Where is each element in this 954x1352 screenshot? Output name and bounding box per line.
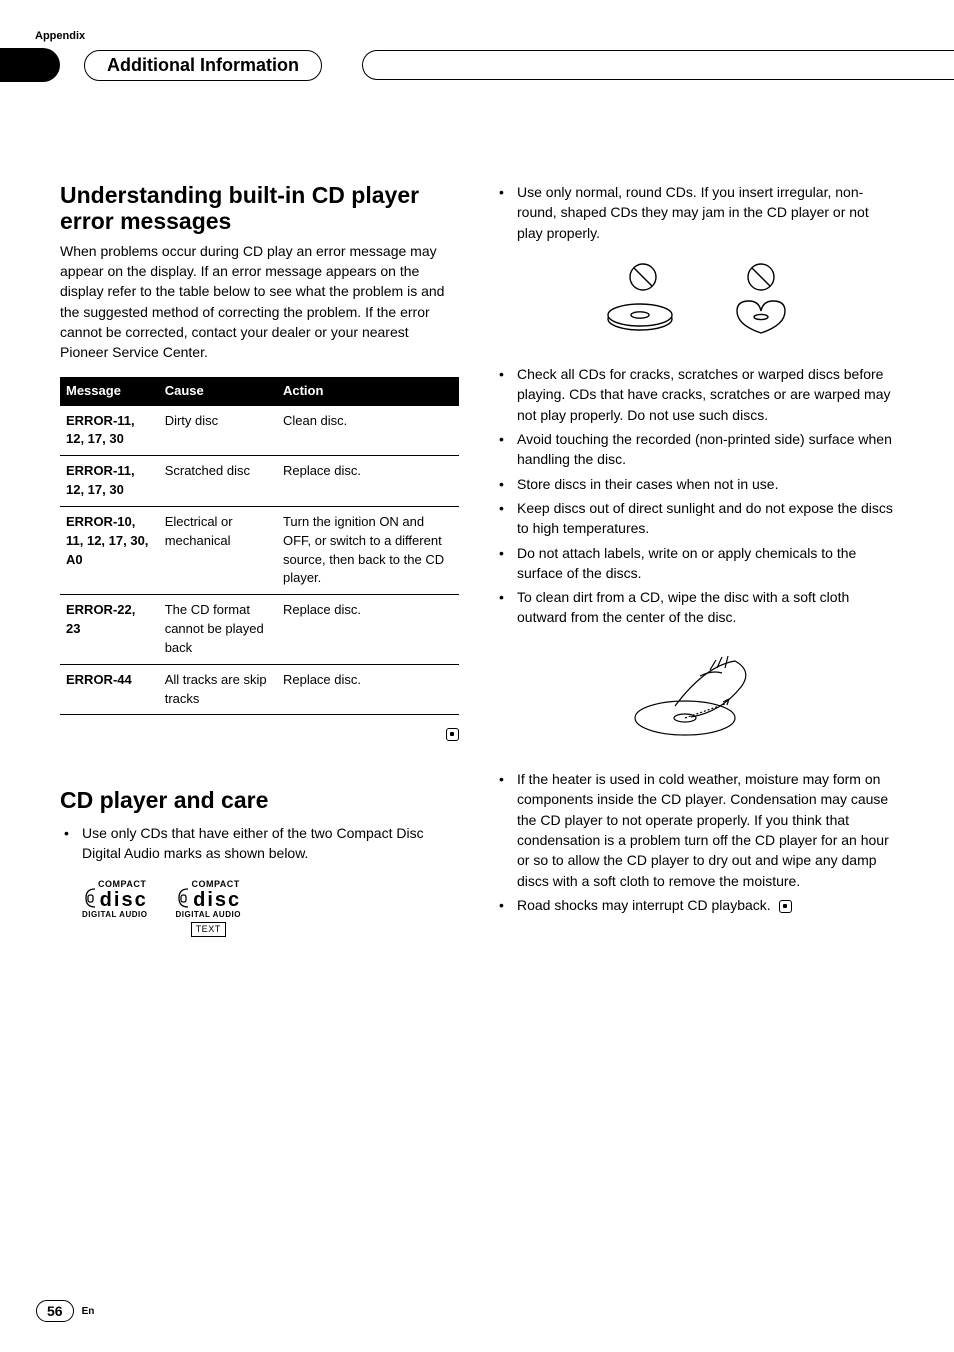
cell-message: ERROR-11, 12, 17, 30 bbox=[60, 456, 159, 507]
left-column: Understanding built-in CD player error m… bbox=[60, 122, 459, 937]
cell-action: Replace disc. bbox=[277, 456, 459, 507]
cell-message: ERROR-44 bbox=[60, 664, 159, 715]
section-end-icon bbox=[446, 728, 459, 741]
cd-digital-audio-text-logo: COMPACT disc DIGITAL AUDIO TEXT bbox=[175, 878, 240, 938]
disc-bracket-icon bbox=[175, 887, 189, 909]
error-messages-title: Understanding built-in CD player error m… bbox=[60, 182, 459, 235]
list-item: Store discs in their cases when not in u… bbox=[495, 474, 894, 494]
list-item: Use only CDs that have either of the two… bbox=[60, 823, 459, 864]
bullets-top: Use only normal, round CDs. If you inser… bbox=[495, 182, 894, 243]
digital-audio-label: DIGITAL AUDIO bbox=[175, 909, 240, 921]
list-item: Use only normal, round CDs. If you inser… bbox=[495, 182, 894, 243]
list-item: Do not attach labels, write on or apply … bbox=[495, 543, 894, 584]
list-item: Road shocks may interrupt CD playback. bbox=[495, 895, 894, 915]
section-end-icon bbox=[779, 900, 792, 913]
cell-cause: The CD format cannot be played back bbox=[159, 595, 277, 665]
list-item: To clean dirt from a CD, wipe the disc w… bbox=[495, 587, 894, 628]
list-item: Avoid touching the recorded (non-printed… bbox=[495, 429, 894, 470]
cell-cause: Scratched disc bbox=[159, 456, 277, 507]
cell-message: ERROR-10, 11, 12, 17, 30, A0 bbox=[60, 506, 159, 594]
bullets-bottom: If the heater is used in cold weather, m… bbox=[495, 769, 894, 915]
digital-audio-label: DIGITAL AUDIO bbox=[82, 909, 147, 921]
language-code: En bbox=[82, 1306, 95, 1317]
cell-cause: Dirty disc bbox=[159, 406, 277, 456]
list-item-text: Road shocks may interrupt CD playback. bbox=[517, 897, 771, 913]
care-bullets-left: Use only CDs that have either of the two… bbox=[60, 823, 459, 864]
black-tab-shape bbox=[0, 48, 60, 82]
section-title-pill: Additional Information bbox=[84, 50, 322, 81]
cell-action: Clean disc. bbox=[277, 406, 459, 456]
cell-message: ERROR-11, 12, 17, 30 bbox=[60, 406, 159, 456]
list-item: Check all CDs for cracks, scratches or w… bbox=[495, 364, 894, 425]
section-end-marker-row bbox=[60, 723, 459, 743]
table-row: ERROR-10, 11, 12, 17, 30, A0 Electrical … bbox=[60, 506, 459, 594]
page-footer: 56 En bbox=[36, 1300, 94, 1322]
disc-label: disc bbox=[98, 891, 146, 909]
error-messages-intro: When problems occur during CD play an er… bbox=[60, 241, 459, 363]
cell-action: Replace disc. bbox=[277, 664, 459, 715]
cd-care-title: CD player and care bbox=[60, 784, 459, 817]
th-cause: Cause bbox=[159, 377, 277, 406]
table-row: ERROR-44 All tracks are skip tracks Repl… bbox=[60, 664, 459, 715]
page-header: Additional Information bbox=[0, 48, 894, 82]
appendix-label: Appendix bbox=[35, 30, 894, 42]
wipe-disc-illustration bbox=[495, 646, 894, 751]
table-row: ERROR-11, 12, 17, 30 Scratched disc Repl… bbox=[60, 456, 459, 507]
cell-message: ERROR-22, 23 bbox=[60, 595, 159, 665]
cell-action: Turn the ignition ON and OFF, or switch … bbox=[277, 506, 459, 594]
cell-cause: All tracks are skip tracks bbox=[159, 664, 277, 715]
error-table: Message Cause Action ERROR-11, 12, 17, 3… bbox=[60, 377, 459, 716]
empty-header-pill bbox=[362, 50, 954, 80]
cd-digital-audio-logo: COMPACT disc DIGITAL AUDIO bbox=[82, 878, 147, 938]
list-item: If the heater is used in cold weather, m… bbox=[495, 769, 894, 891]
table-row: ERROR-22, 23 The CD format cannot be pla… bbox=[60, 595, 459, 665]
bullets-mid: Check all CDs for cracks, scratches or w… bbox=[495, 364, 894, 628]
cd-logo-row: COMPACT disc DIGITAL AUDIO COMPACT disc … bbox=[82, 878, 459, 938]
irregular-cd-illustration bbox=[495, 261, 894, 346]
th-message: Message bbox=[60, 377, 159, 406]
cell-action: Replace disc. bbox=[277, 595, 459, 665]
th-action: Action bbox=[277, 377, 459, 406]
text-box-label: TEXT bbox=[191, 922, 226, 937]
disc-label: disc bbox=[191, 891, 239, 909]
list-item: Keep discs out of direct sunlight and do… bbox=[495, 498, 894, 539]
cell-cause: Electrical or mechanical bbox=[159, 506, 277, 594]
disc-bracket-icon bbox=[82, 887, 96, 909]
right-column: Use only normal, round CDs. If you inser… bbox=[495, 122, 894, 937]
page-number: 56 bbox=[36, 1300, 74, 1322]
table-row: ERROR-11, 12, 17, 30 Dirty disc Clean di… bbox=[60, 406, 459, 456]
